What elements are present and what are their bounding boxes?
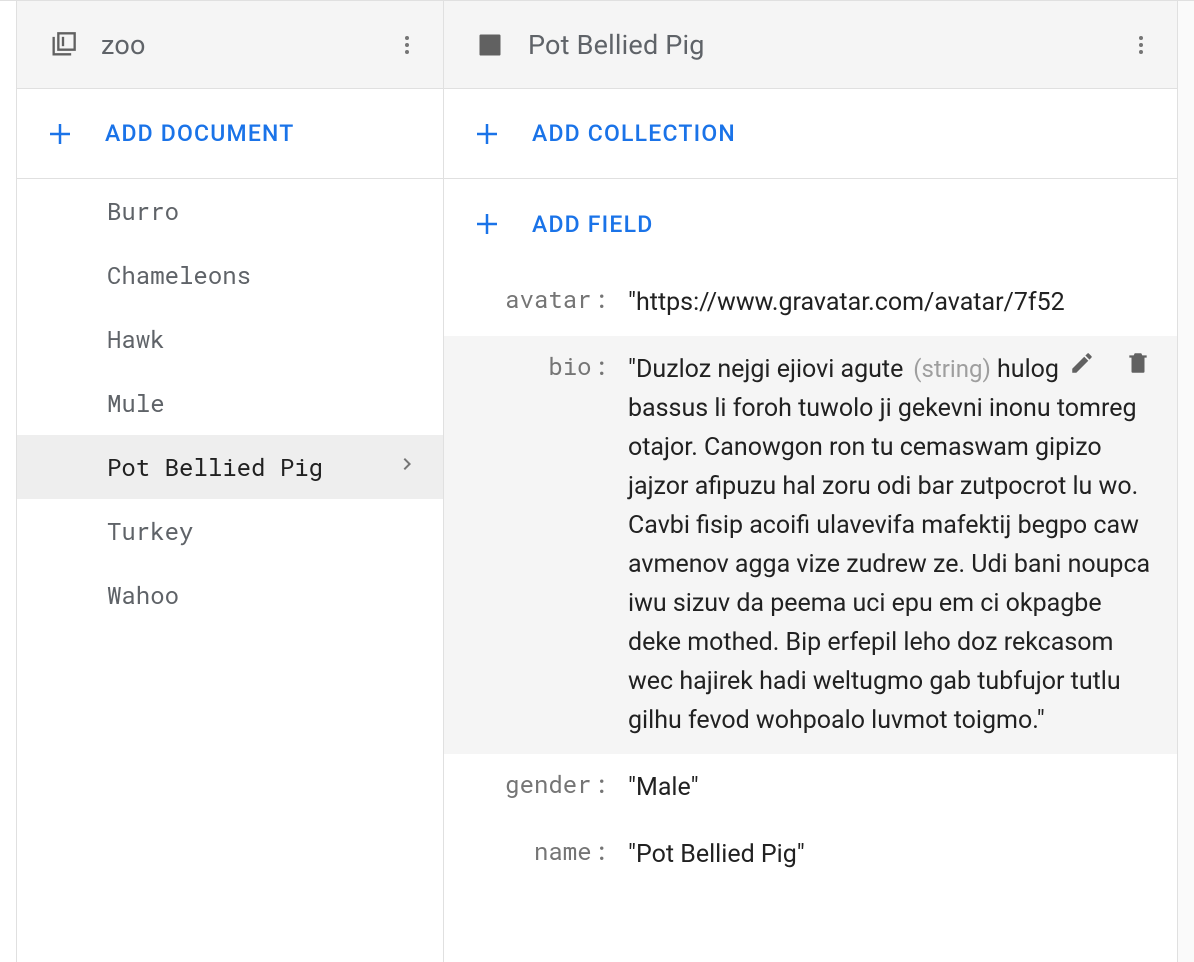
document-panel-header: Pot Bellied Pig <box>444 1 1177 89</box>
pencil-icon <box>1069 350 1095 376</box>
document-item-label: Pot Bellied Pig <box>107 451 395 483</box>
field-type-hint: (string) <box>907 355 990 383</box>
field-value: "https://www.gravatar.com/avatar/7f52 <box>614 283 1157 322</box>
field-value: "Pot Bellied Pig" <box>614 835 1157 874</box>
document-item-label: Hawk <box>107 323 419 355</box>
field-value: "Duzloz nejgi ejiovi agute (string) hulo… <box>614 350 1157 740</box>
document-panel: Pot Bellied Pig ADD COLLECTION ADD FIELD… <box>444 1 1177 962</box>
add-document-button[interactable]: ADD DOCUMENT <box>17 89 443 179</box>
add-collection-label: ADD COLLECTION <box>532 120 736 147</box>
field-key: avatar: <box>444 283 614 315</box>
document-item-label: Mule <box>107 387 419 419</box>
document-item-label: Wahoo <box>107 579 419 611</box>
field-row[interactable]: bio:"Duzloz nejgi ejiovi agute (string) … <box>444 336 1177 754</box>
document-list: Burro Chameleons Hawk Mule Pot Bellied Pig Tu… <box>17 179 443 962</box>
fields-list: avatar:"https://www.gravatar.com/avatar/… <box>444 269 1177 962</box>
scrollbar-gutter <box>1177 1 1194 962</box>
document-item-label: Chameleons <box>107 259 419 291</box>
collection-title: zoo <box>101 29 385 61</box>
add-document-label: ADD DOCUMENT <box>105 120 294 147</box>
plus-icon <box>45 119 75 149</box>
edit-field-button[interactable] <box>1067 348 1097 378</box>
left-gutter <box>0 1 17 962</box>
more-vert-icon <box>1129 33 1153 57</box>
field-key: bio: <box>444 350 614 382</box>
add-field-button[interactable]: ADD FIELD <box>444 179 1177 269</box>
delete-field-button[interactable] <box>1123 348 1153 378</box>
field-row[interactable]: name:"Pot Bellied Pig" <box>444 821 1177 888</box>
app-root: zoo ADD DOCUMENT Burro Chameleons Hawk Mule… <box>0 0 1194 962</box>
add-field-label: ADD FIELD <box>532 211 653 238</box>
document-list-item[interactable]: Hawk <box>17 307 443 371</box>
field-row[interactable]: gender:"Male" <box>444 754 1177 821</box>
collection-panel-header: zoo <box>17 1 443 89</box>
plus-icon <box>472 209 502 239</box>
field-row[interactable]: avatar:"https://www.gravatar.com/avatar/… <box>444 269 1177 336</box>
document-list-item[interactable]: Mule <box>17 371 443 435</box>
trash-icon <box>1125 350 1151 376</box>
collection-menu-button[interactable] <box>385 23 429 67</box>
document-list-item[interactable]: Burro <box>17 179 443 243</box>
chevron-right-icon <box>395 451 419 483</box>
collection-panel: zoo ADD DOCUMENT Burro Chameleons Hawk Mule… <box>17 1 444 962</box>
document-item-label: Turkey <box>107 515 419 547</box>
document-list-item[interactable]: Pot Bellied Pig <box>17 435 443 499</box>
more-vert-icon <box>395 33 419 57</box>
document-list-item[interactable]: Turkey <box>17 499 443 563</box>
field-key: gender: <box>444 768 614 800</box>
document-menu-button[interactable] <box>1119 23 1163 67</box>
field-row-actions <box>1059 348 1153 378</box>
document-list-item[interactable]: Chameleons <box>17 243 443 307</box>
add-collection-button[interactable]: ADD COLLECTION <box>444 89 1177 179</box>
document-item-label: Burro <box>107 195 419 227</box>
field-value: "Male" <box>614 768 1157 807</box>
document-list-item[interactable]: Wahoo <box>17 563 443 627</box>
plus-icon <box>472 119 502 149</box>
document-icon <box>476 31 504 59</box>
collection-icon <box>49 31 77 59</box>
field-key: name: <box>444 835 614 867</box>
document-title: Pot Bellied Pig <box>528 29 1119 61</box>
